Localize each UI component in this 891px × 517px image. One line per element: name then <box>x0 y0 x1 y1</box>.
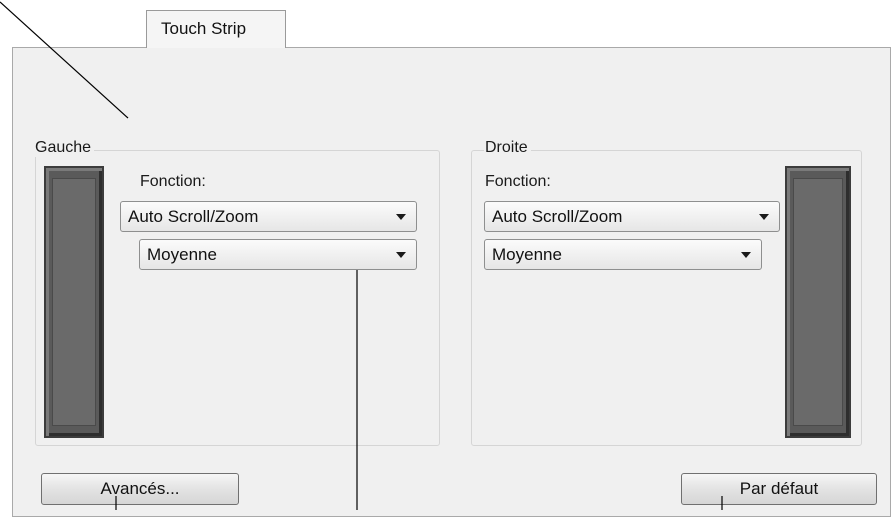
left-function-label: Fonction: <box>140 173 206 190</box>
chevron-down-icon <box>396 252 406 258</box>
right-strip-group: Droite Fonction: Auto Scroll/Zoom Moyenn… <box>471 139 862 446</box>
left-strip-group: Gauche Fonction: Auto Scroll/Zoom Moyenn… <box>34 139 440 446</box>
chevron-down-icon <box>396 214 406 220</box>
left-function-value: Auto Scroll/Zoom <box>128 207 259 226</box>
right-speed-select[interactable]: Moyenne <box>484 239 762 270</box>
right-function-label: Fonction: <box>485 173 551 190</box>
right-function-select[interactable]: Auto Scroll/Zoom <box>484 201 780 232</box>
right-group-legend: Droite <box>484 139 531 157</box>
default-button[interactable]: Par défaut <box>681 473 877 505</box>
left-function-select[interactable]: Auto Scroll/Zoom <box>120 201 417 232</box>
chevron-down-icon <box>741 252 751 258</box>
right-touch-strip-graphic <box>785 166 851 438</box>
left-group-legend: Gauche <box>34 139 95 157</box>
left-touch-strip-graphic <box>44 166 104 438</box>
tab-label: Touch Strip <box>161 19 247 38</box>
left-speed-value: Moyenne <box>147 245 217 264</box>
advanced-button[interactable]: Avancés... <box>41 473 239 505</box>
tab-touch-strip[interactable]: Touch Strip <box>146 10 286 48</box>
left-speed-select[interactable]: Moyenne <box>139 239 417 270</box>
chevron-down-icon <box>759 214 769 220</box>
right-speed-value: Moyenne <box>492 245 562 264</box>
right-function-value: Auto Scroll/Zoom <box>492 207 623 226</box>
touch-strip-panel: Gauche Fonction: Auto Scroll/Zoom Moyenn… <box>12 47 891 517</box>
